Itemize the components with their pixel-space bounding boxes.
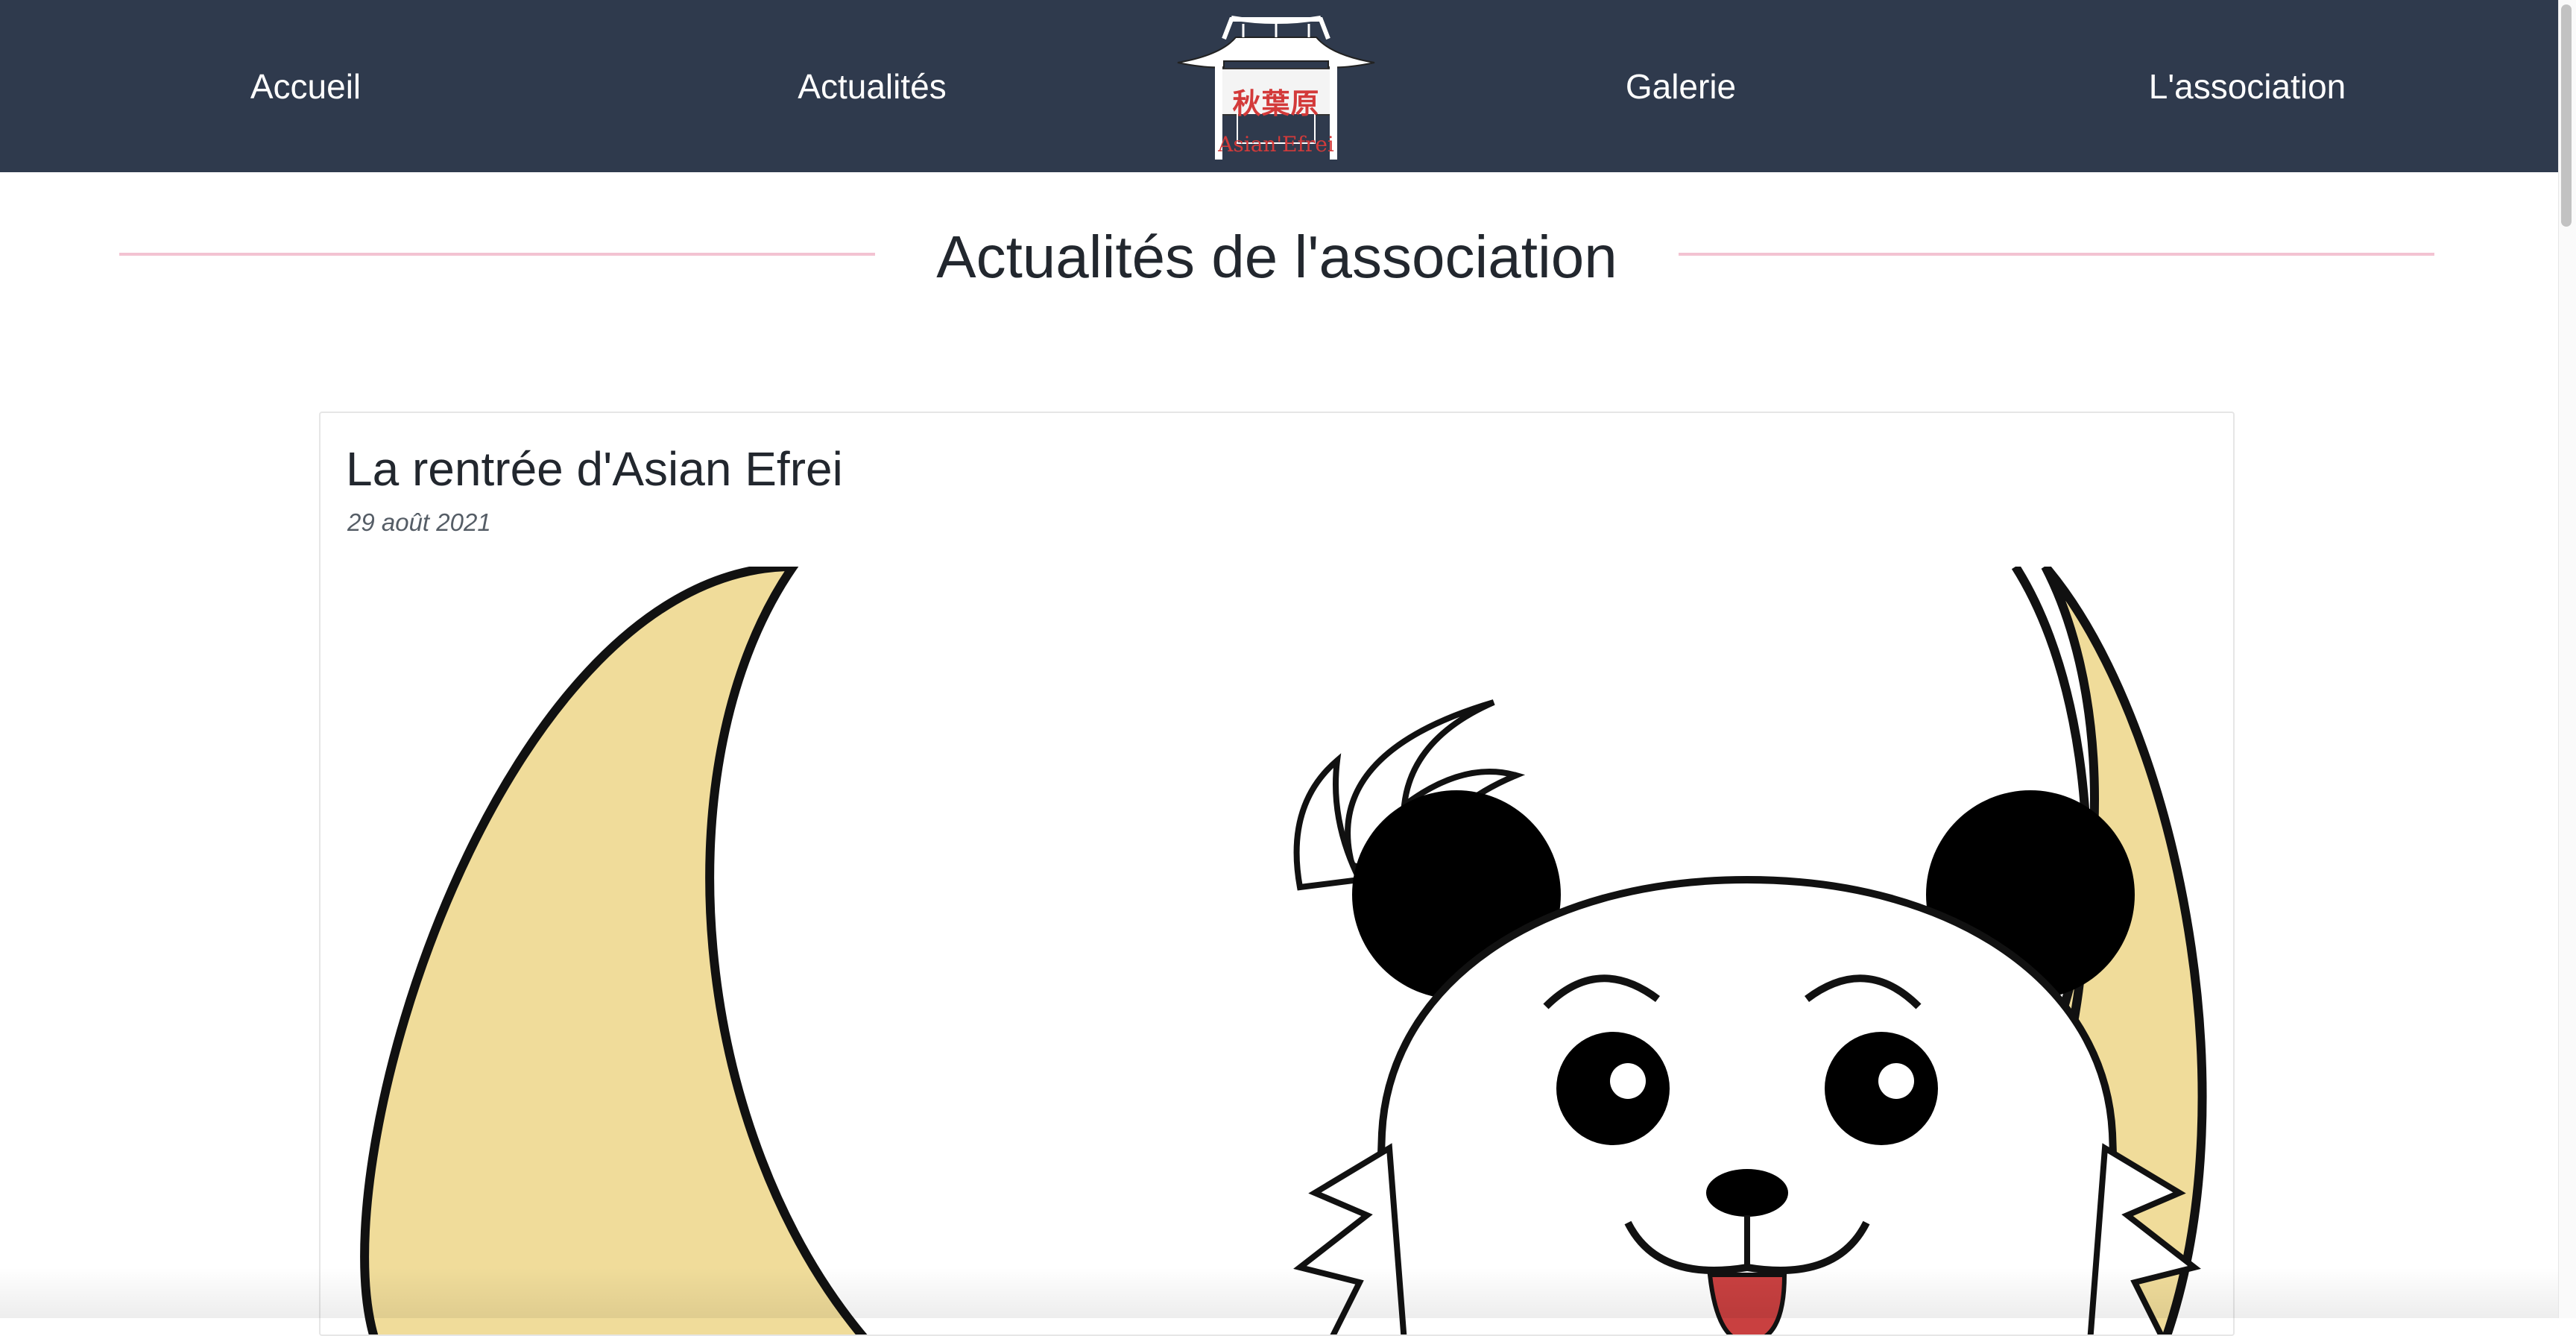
site-logo[interactable]: 秋葉原 Asian'Efrei [1169, 9, 1383, 160]
nav-link-accueil[interactable]: Accueil [216, 0, 395, 172]
logo-kanji-text: 秋葉原 [1232, 87, 1320, 120]
top-navbar: Accueil Actualités 秋葉原 Asian'Efrei Galer… [0, 0, 2558, 172]
nav-link-actualites[interactable]: Actualités [775, 0, 969, 172]
heading-divider-right [1679, 253, 2434, 256]
article-image[interactable] [346, 567, 2209, 1335]
article-title[interactable]: La rentrée d'Asian Efrei [346, 435, 843, 502]
heading-divider-left [119, 253, 875, 256]
news-article-card[interactable]: La rentrée d'Asian Efrei 29 août 2021 [319, 412, 2235, 1336]
nav-link-galerie[interactable]: Galerie [1606, 0, 1755, 172]
page-title: Actualités de l'association [936, 224, 1617, 290]
panda-mascot-icon [360, 567, 2207, 1335]
scrollbar-thumb[interactable] [2561, 4, 2572, 227]
nav-link-association[interactable]: L'association [2117, 0, 2378, 172]
logo-name-text: Asian'Efrei [1218, 132, 1334, 157]
article-date: 29 août 2021 [347, 508, 491, 536]
